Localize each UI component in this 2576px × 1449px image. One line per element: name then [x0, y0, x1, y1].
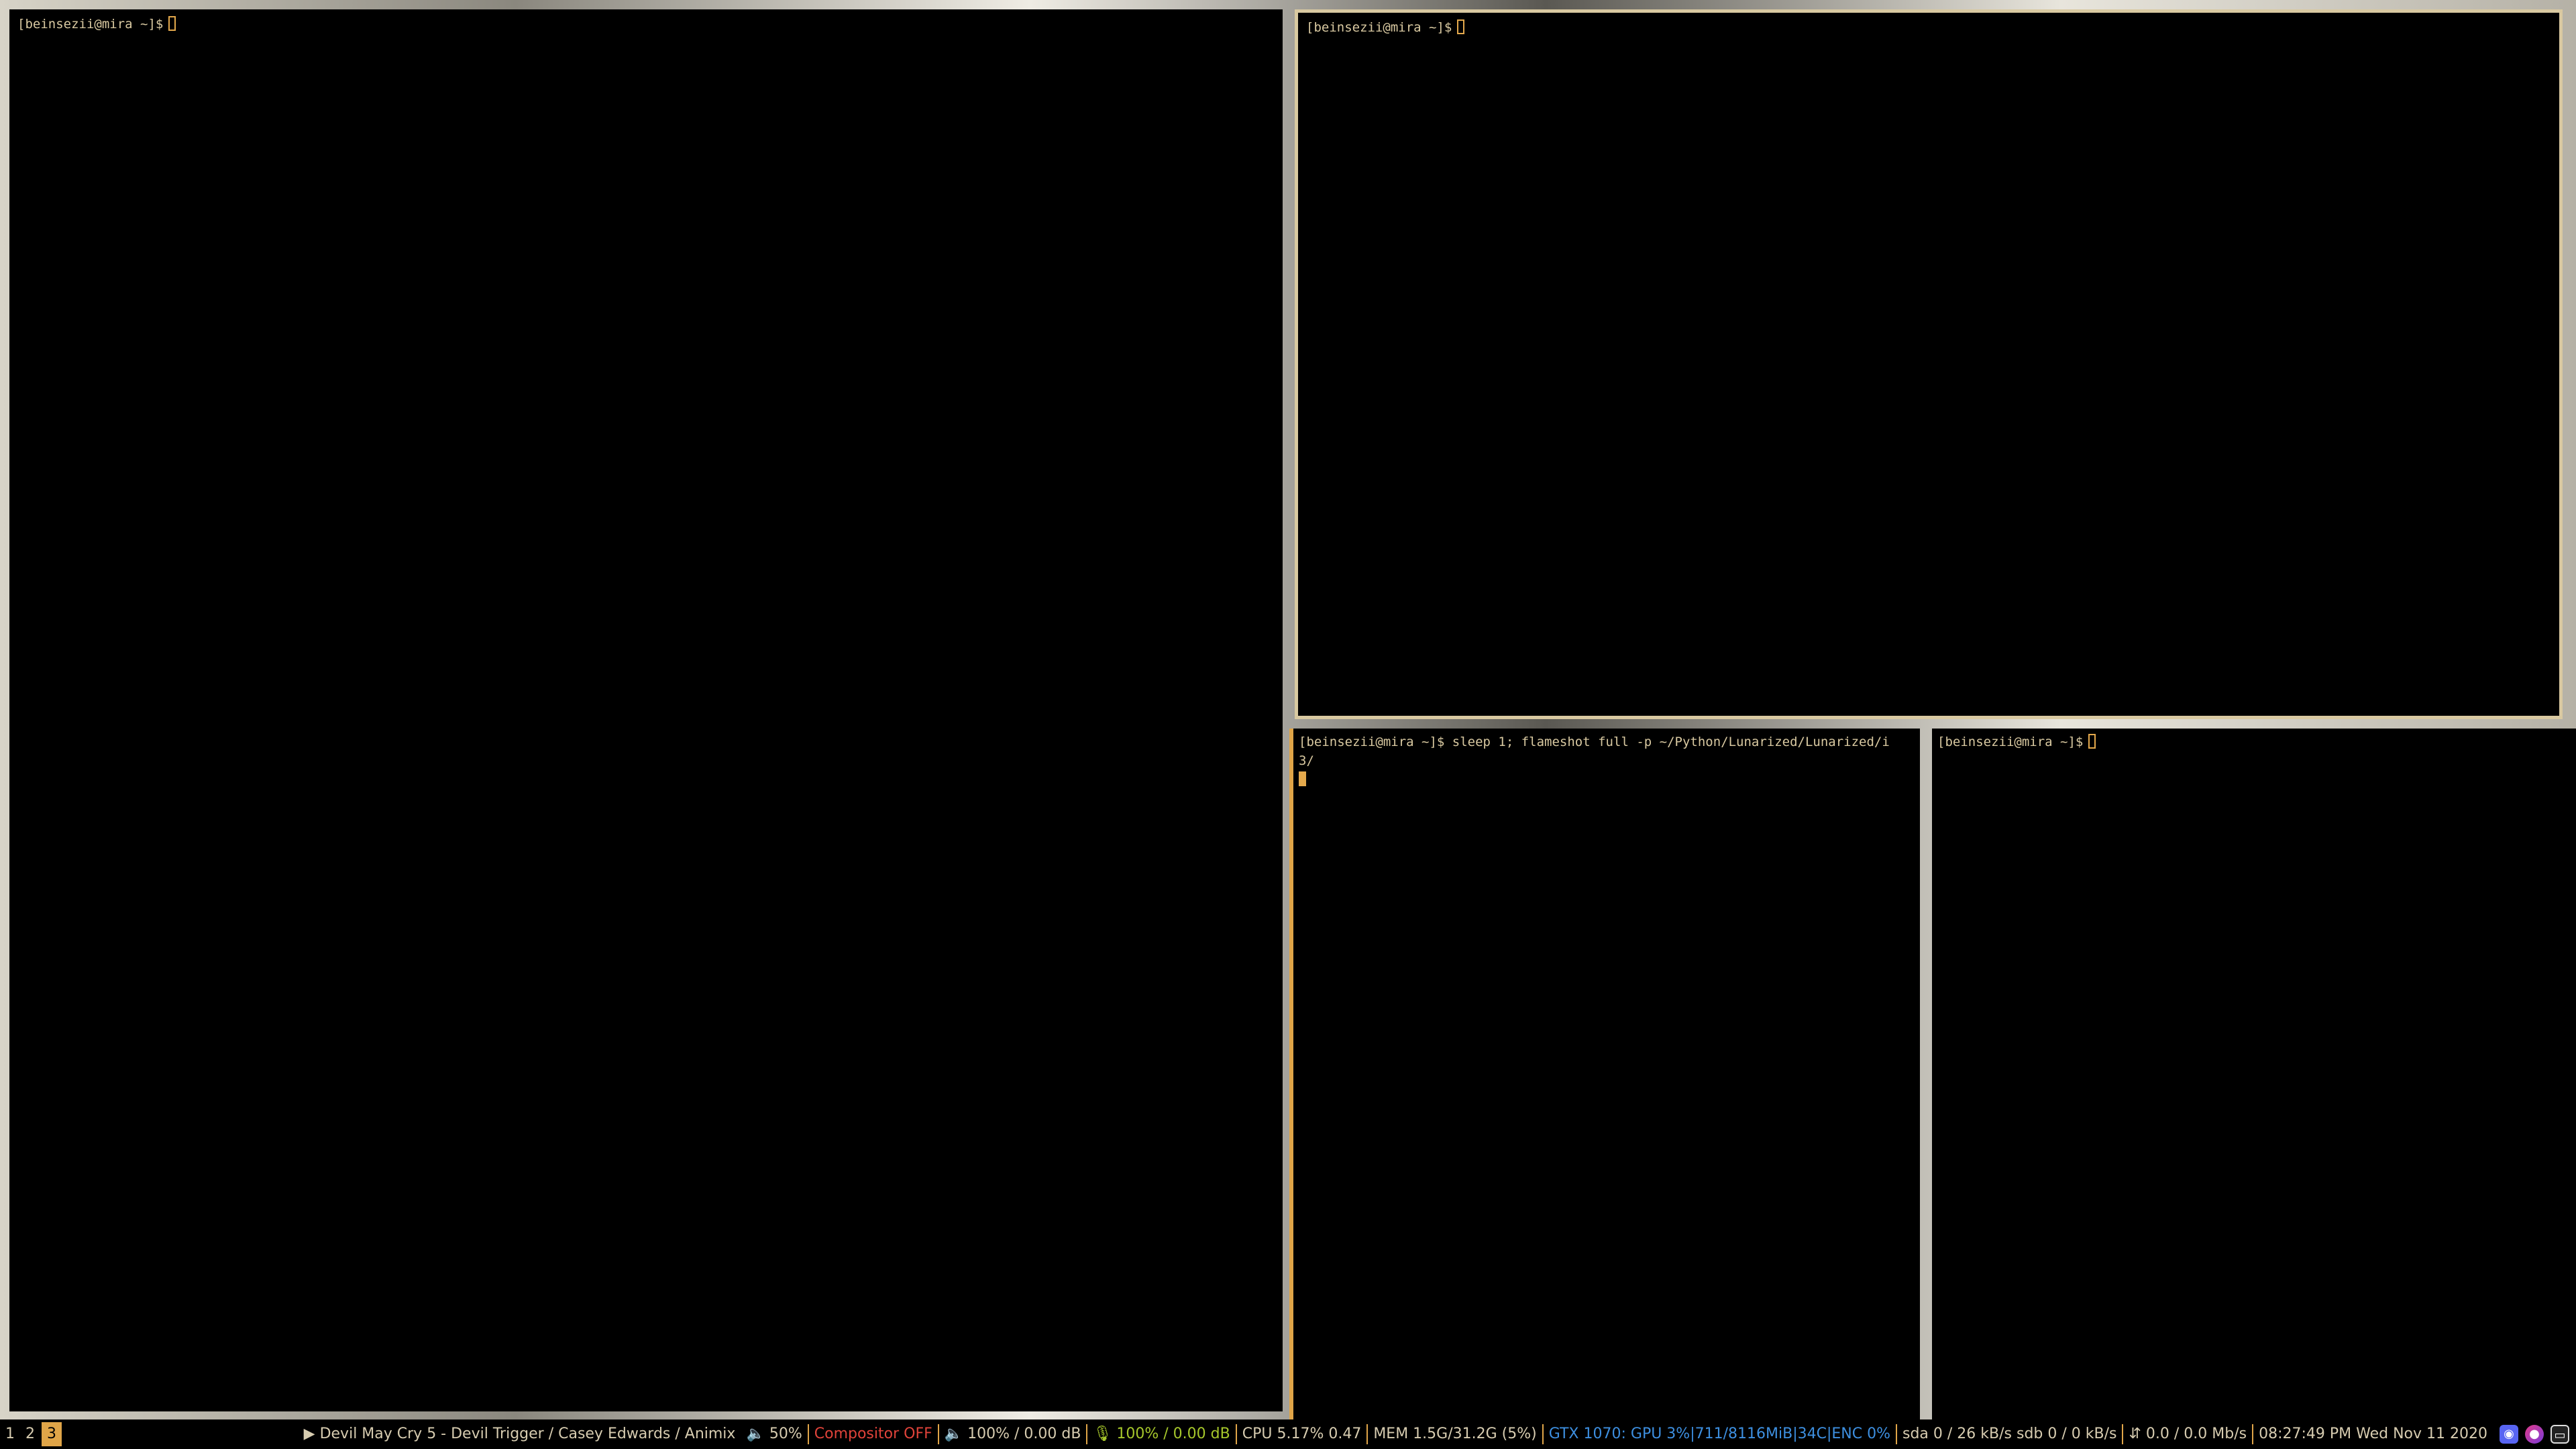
- terminal-left[interactable]: [beinsezii@mira ~]$: [9, 9, 1283, 1411]
- gpu-status: GTX 1070: GPU 3%|711/8116MiB|34C|ENC 0%: [1542, 1424, 1896, 1444]
- prompt: [beinsezii@mira ~]$: [1299, 735, 1445, 749]
- desktop: [beinsezii@mira ~]$ [beinsezii@mira ~]$ …: [0, 0, 2576, 1449]
- terminal-prompt-line: [beinsezii@mira ~]$: [17, 15, 176, 34]
- app-icon[interactable]: ●: [2525, 1425, 2544, 1444]
- terminal-prompt-line: [beinsezii@mira ~]$: [1937, 733, 2096, 751]
- cpu-usage: CPU 5.17% 0.47: [1235, 1424, 1367, 1444]
- status-modules: ▶ Devil May Cry 5 - Devil Trigger / Case…: [299, 1419, 2569, 1449]
- volume-indicator[interactable]: 🔈 50%: [741, 1424, 807, 1444]
- terminal-prompt-line: [beinsezii@mira ~]$: [1306, 18, 1465, 37]
- now-playing[interactable]: ▶ Devil May Cry 5 - Devil Trigger / Case…: [299, 1424, 741, 1444]
- memory-usage: MEM 1.5G/31.2G (5%): [1366, 1424, 1542, 1444]
- audio-input[interactable]: 🎙 100% / 0.00 dB: [1086, 1424, 1235, 1444]
- network-io: ⇵ 0.0 / 0.0 Mb/s: [2122, 1424, 2252, 1444]
- prompt: [beinsezii@mira ~]$: [17, 17, 164, 32]
- terminal-bottom-middle[interactable]: [beinsezii@mira ~]$ sleep 1; flameshot f…: [1289, 729, 1920, 1419]
- system-tray: ◉ ● ▭: [2500, 1425, 2569, 1444]
- workspace-2[interactable]: 2: [20, 1422, 40, 1446]
- compositor-status[interactable]: Compositor OFF: [807, 1424, 938, 1444]
- prompt: [beinsezii@mira ~]$: [1306, 20, 1452, 35]
- monitor-icon[interactable]: ▭: [2551, 1425, 2569, 1444]
- clock[interactable]: 08:27:49 PM Wed Nov 11 2020: [2252, 1424, 2493, 1444]
- workspace-3[interactable]: 3: [42, 1422, 62, 1446]
- cursor: [168, 16, 176, 31]
- cursor: [2088, 734, 2096, 749]
- terminal-continuation-line: 3/: [1299, 751, 1314, 770]
- disk-io: sda 0 / 26 kB/s sdb 0 / 0 kB/s: [1896, 1424, 2122, 1444]
- workspace-1[interactable]: 1: [0, 1422, 20, 1446]
- discord-icon[interactable]: ◉: [2500, 1425, 2518, 1444]
- prompt: [beinsezii@mira ~]$: [1937, 735, 2084, 749]
- terminal-bottom-right[interactable]: [beinsezii@mira ~]$: [1932, 729, 2576, 1419]
- continuation-text: 3/: [1299, 753, 1314, 768]
- terminal-top-right[interactable]: [beinsezii@mira ~]$: [1295, 9, 2563, 719]
- cursor: [1299, 771, 1306, 786]
- audio-output[interactable]: 🔈 100% / 0.00 dB: [937, 1424, 1087, 1444]
- command-text: sleep 1; flameshot full -p ~/Python/Luna…: [1444, 735, 1890, 749]
- status-bar: 1 2 3 ▶ Devil May Cry 5 - Devil Trigger …: [0, 1419, 2576, 1449]
- terminal-command-line: [beinsezii@mira ~]$ sleep 1; flameshot f…: [1299, 733, 1890, 751]
- cursor: [1457, 19, 1465, 34]
- terminal-cursor-line: [1299, 770, 1306, 789]
